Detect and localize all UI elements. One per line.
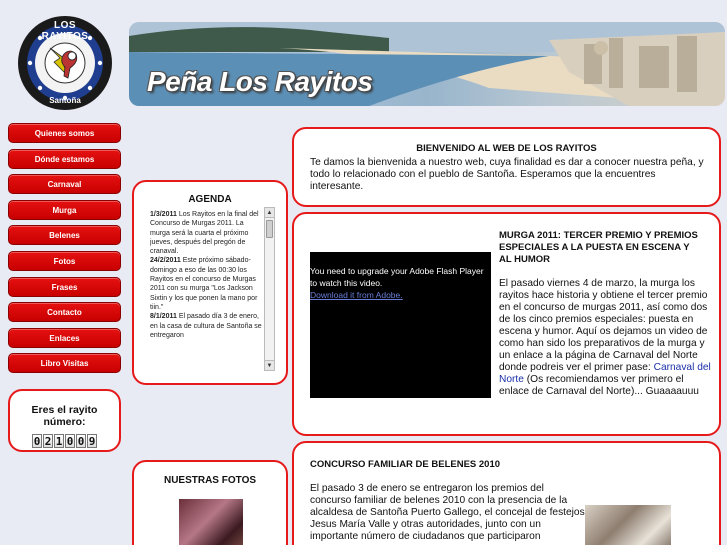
nav-donde-estamos[interactable]: Dónde estamos xyxy=(8,148,121,169)
scrollbar-thumb[interactable] xyxy=(266,220,273,238)
agenda-entry: 8/1/2011 El pasado día 3 de enero, en la… xyxy=(150,312,263,340)
counter-digit: 2 xyxy=(43,434,53,448)
agenda-scrollbar[interactable]: ▲ ▼ xyxy=(264,207,275,371)
visit-counter: 0 2 1 0 0 9 xyxy=(10,434,119,448)
murga-news-box: You need to upgrade your Adobe Flash Pla… xyxy=(292,212,721,436)
logo-bottom-text: Santoña xyxy=(49,96,81,105)
nav-enlaces[interactable]: Enlaces xyxy=(8,327,121,348)
nav-carnaval[interactable]: Carnaval xyxy=(8,174,121,195)
adobe-download-link[interactable]: Download it from Adobe. xyxy=(310,290,403,300)
belenes-photo[interactable] xyxy=(585,505,671,545)
video-player[interactable]: You need to upgrade your Adobe Flash Pla… xyxy=(310,252,491,398)
scroll-down-arrow-icon[interactable]: ▼ xyxy=(265,360,274,370)
agenda-box: AGENDA 1/3/2011 Los Rayitos en la final … xyxy=(132,180,288,385)
counter-digit: 0 xyxy=(32,434,42,448)
murga-news-text: El pasado viernes 4 de marzo, la murga l… xyxy=(499,278,711,398)
agenda-title: AGENDA xyxy=(188,194,232,205)
nav-belenes[interactable]: Belenes xyxy=(8,225,121,246)
photos-title: NUESTRAS FOTOS xyxy=(163,475,257,486)
visit-counter-label: Eres el rayito número: xyxy=(10,404,119,428)
agenda-entry-date: 24/2/2011 xyxy=(150,257,181,265)
visit-counter-box: Eres el rayito número: 0 2 1 0 0 9 xyxy=(8,389,121,452)
main-navigation: Quienes somos Dónde estamos Carnaval Mur… xyxy=(8,123,121,379)
nav-frases[interactable]: Frases xyxy=(8,276,121,297)
murga-news-title: MURGA 2011: TERCER PREMIO Y PREMIOS ESPE… xyxy=(499,230,698,265)
nav-fotos[interactable]: Fotos xyxy=(8,250,121,271)
counter-digit: 0 xyxy=(65,434,75,448)
agenda-list[interactable]: 1/3/2011 Los Rayitos en la final del Con… xyxy=(150,210,263,372)
murga-news-text-start: El pasado viernes 4 de marzo, la murga l… xyxy=(499,278,708,373)
agenda-entry-date: 1/3/2011 xyxy=(150,211,177,218)
belenes-news-box: CONCURSO FAMILIAR DE BELENES 2010 El pas… xyxy=(292,441,721,545)
agenda-entry-text: Este próximo sábado-domingo a eso de las… xyxy=(150,257,258,311)
nav-murga[interactable]: Murga xyxy=(8,199,121,220)
nav-libro-visitas[interactable]: Libro Visitas xyxy=(8,353,121,374)
belenes-news-text: El pasado 3 de enero se entregaron los p… xyxy=(310,483,585,542)
scroll-up-arrow-icon[interactable]: ▲ xyxy=(265,208,274,218)
agenda-entry-date: 8/1/2011 xyxy=(150,313,177,321)
logo-top-text: LOS RAYITOS xyxy=(41,20,89,42)
counter-digit: 1 xyxy=(54,434,64,448)
photos-box: NUESTRAS FOTOS xyxy=(132,460,288,545)
welcome-box: BIENVENIDO AL WEB DE LOS RAYITOS Te damo… xyxy=(292,127,721,207)
nav-quienes-somos[interactable]: Quienes somos xyxy=(8,123,121,143)
agenda-entry: 24/2/2011 Este próximo sábado-domingo a … xyxy=(150,256,263,312)
site-logo[interactable]: LOS RAYITOS Santoña xyxy=(12,14,118,112)
belenes-news-title: CONCURSO FAMILIAR DE BELENES 2010 xyxy=(310,459,501,470)
agenda-entry: 1/3/2011 Los Rayitos en la final del Con… xyxy=(150,210,263,256)
video-upgrade-message: You need to upgrade your Adobe Flash Pla… xyxy=(310,266,484,288)
visit-counter-label-line1: Eres el rayito xyxy=(31,404,98,416)
counter-digit: 0 xyxy=(76,434,86,448)
page: LOS RAYITOS Santoña Peña Los Rayitos Qui… xyxy=(0,0,727,545)
photo-thumbnail[interactable] xyxy=(179,499,243,545)
visit-counter-label-line2: número: xyxy=(43,416,86,428)
welcome-title: BIENVENIDO AL WEB DE LOS RAYITOS xyxy=(416,143,597,154)
welcome-text: Te damos la bienvenida a nuestro web, cu… xyxy=(310,157,704,192)
header-banner: Peña Los Rayitos xyxy=(129,22,725,106)
site-title: Peña Los Rayitos xyxy=(147,66,373,97)
murga-news-text-end: (Os recomiendamos ver primero el enlace … xyxy=(499,374,699,397)
nav-contacto[interactable]: Contacto xyxy=(8,302,121,323)
counter-digit: 9 xyxy=(87,434,97,448)
